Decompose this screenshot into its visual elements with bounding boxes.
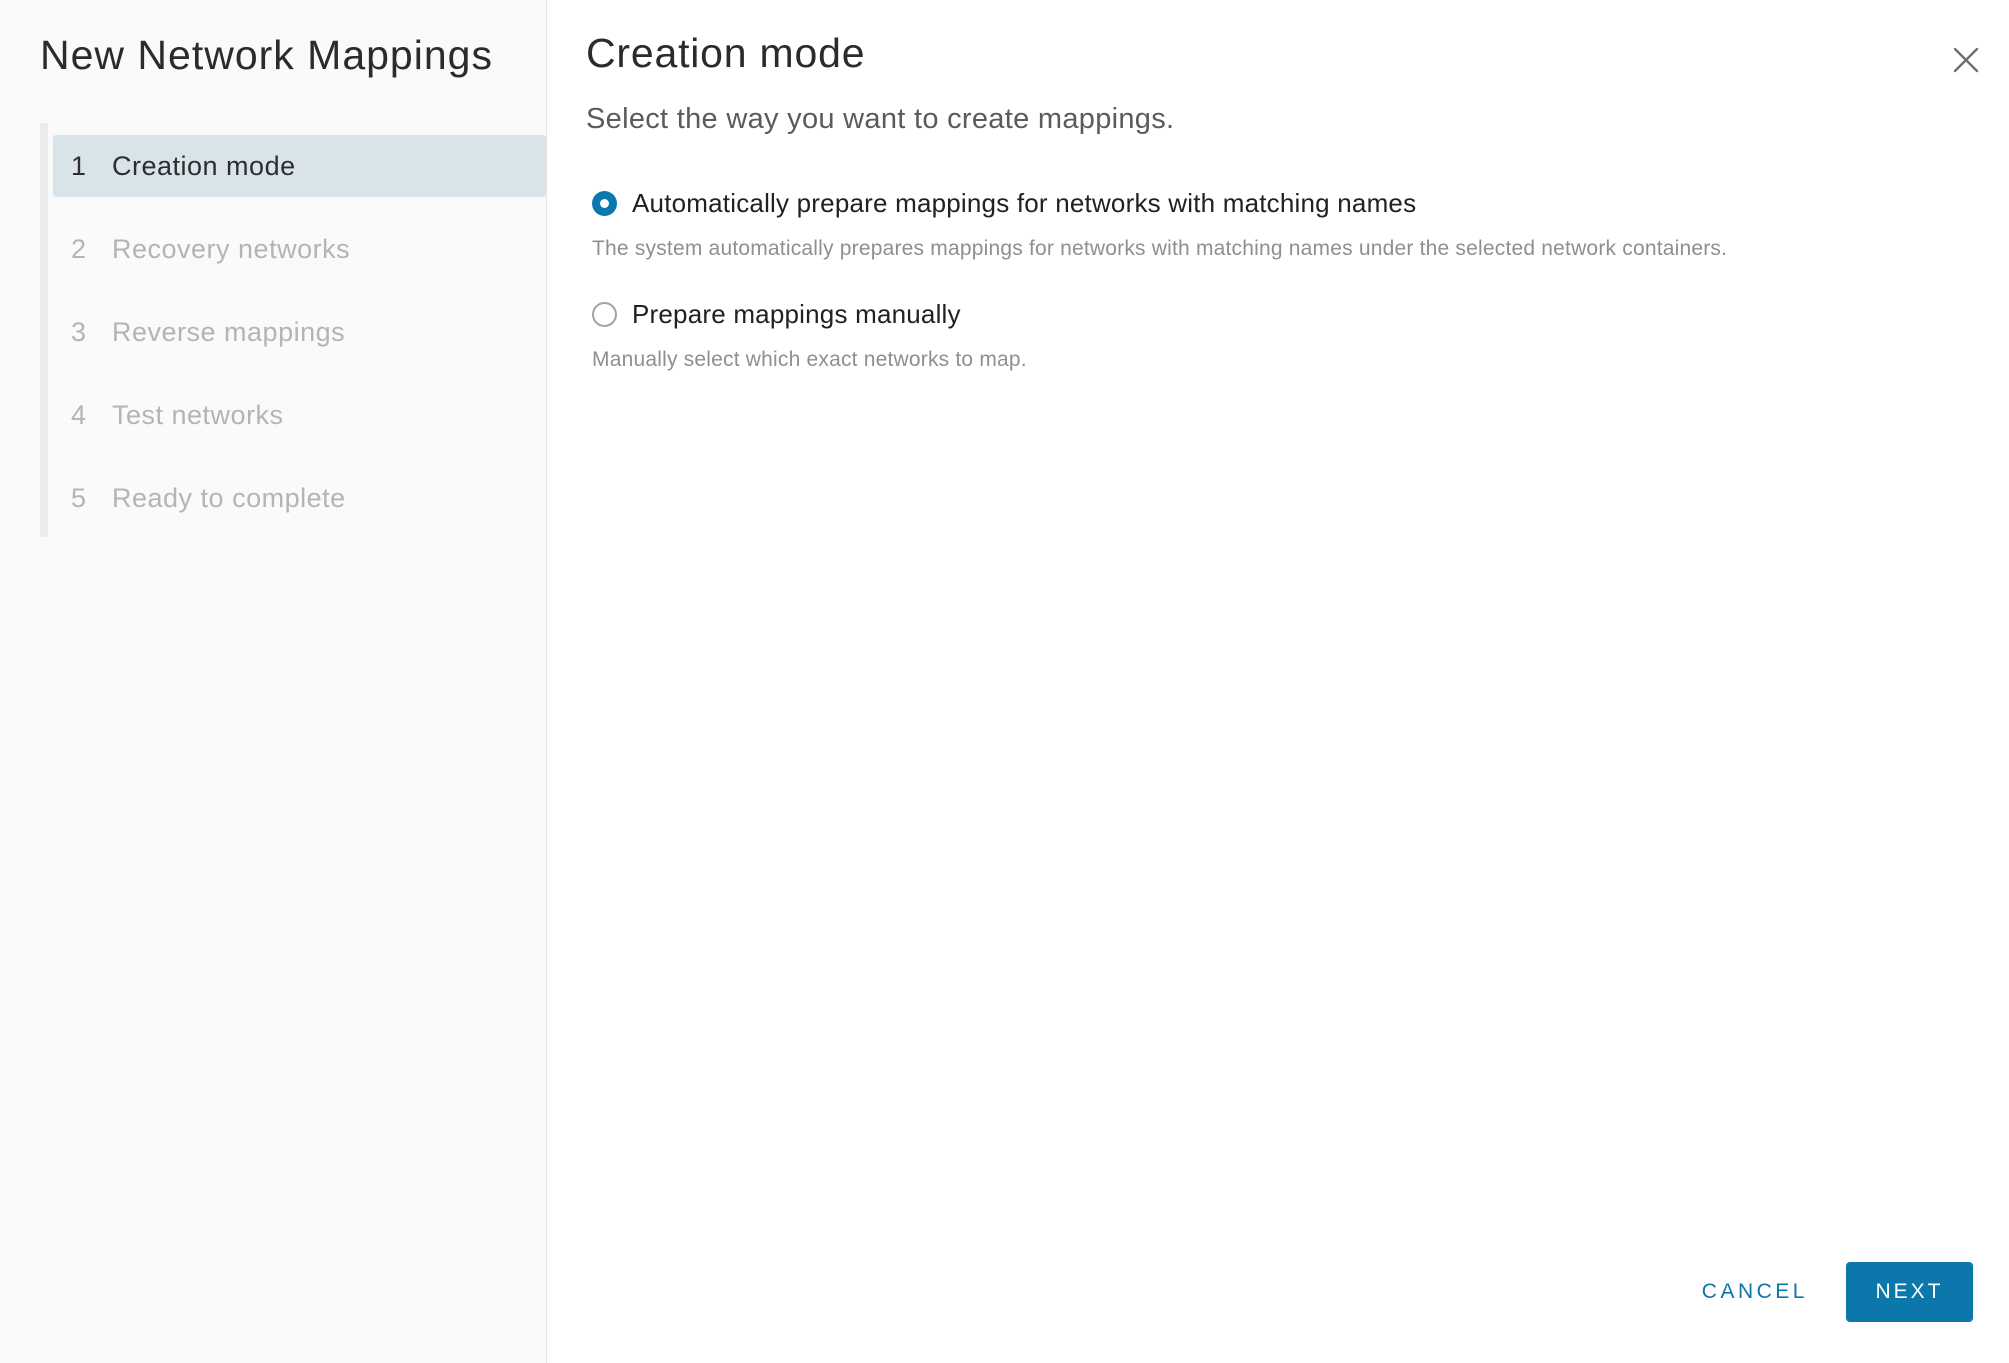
new-network-mappings-dialog: New Network Mappings 1 Creation mode 2 R… — [0, 0, 2009, 1363]
option-auto-mappings: Automatically prepare mappings for netwo… — [592, 188, 2009, 261]
step-number: 1 — [71, 150, 87, 181]
step-reverse-mappings[interactable]: 3 Reverse mappings — [53, 301, 546, 363]
step-label: Ready to complete — [112, 482, 346, 513]
step-recovery-networks[interactable]: 2 Recovery networks — [53, 218, 546, 280]
next-button[interactable]: NEXT — [1846, 1262, 1973, 1322]
radio-button-selected-icon[interactable] — [592, 191, 617, 216]
step-ready-to-complete[interactable]: 5 Ready to complete — [53, 467, 546, 529]
wizard-steps-list: 1 Creation mode 2 Recovery networks 3 Re… — [53, 135, 546, 550]
radio-dot — [600, 199, 609, 208]
cancel-button[interactable]: CANCEL — [1698, 1270, 1812, 1314]
step-label: Creation mode — [112, 150, 296, 181]
wizard-content-panel: Creation mode Select the way you want to… — [547, 0, 2009, 1363]
close-icon[interactable] — [1950, 44, 1982, 76]
radio-label: Automatically prepare mappings for netwo… — [632, 188, 1417, 218]
step-number: 5 — [71, 482, 87, 513]
steps-progress-bar — [40, 123, 48, 537]
step-number: 3 — [71, 316, 87, 347]
creation-mode-options: Automatically prepare mappings for netwo… — [592, 188, 2009, 372]
step-label: Reverse mappings — [112, 316, 346, 347]
page-subtitle: Select the way you want to create mappin… — [586, 103, 1175, 135]
step-test-networks[interactable]: 4 Test networks — [53, 384, 546, 446]
radio-button-unselected-icon[interactable] — [592, 302, 617, 327]
radio-description: The system automatically prepares mappin… — [592, 237, 1728, 260]
step-label: Recovery networks — [112, 233, 351, 264]
step-number: 2 — [71, 233, 87, 264]
x-mark-glyph — [1953, 47, 1979, 73]
wizard-title: New Network Mappings — [40, 32, 493, 78]
step-creation-mode[interactable]: 1 Creation mode — [53, 135, 546, 197]
radio-label: Prepare mappings manually — [632, 299, 961, 329]
step-number: 4 — [71, 399, 87, 430]
radio-description: Manually select which exact networks to … — [592, 348, 1027, 371]
step-label: Test networks — [112, 399, 284, 430]
wizard-footer: CANCEL NEXT — [1698, 1262, 1973, 1322]
option-manual-mappings: Prepare mappings manually Manually selec… — [592, 299, 2009, 372]
radio-manual-mappings[interactable]: Prepare mappings manually — [592, 299, 2009, 330]
radio-auto-mappings[interactable]: Automatically prepare mappings for netwo… — [592, 188, 2009, 219]
wizard-sidebar: New Network Mappings 1 Creation mode 2 R… — [0, 0, 547, 1363]
page-heading: Creation mode — [586, 30, 866, 76]
